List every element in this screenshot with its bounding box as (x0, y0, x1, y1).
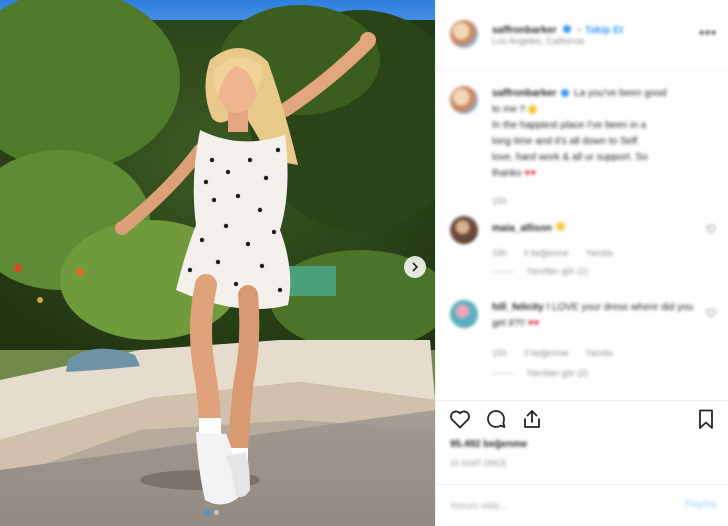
comment-text-block: hill_felicity I LOVE your dress where di… (492, 300, 702, 332)
post-comment-button[interactable]: Paylaş (685, 499, 717, 510)
caption-line: love, hard work & all ur support. So (492, 152, 648, 163)
chevron-right-icon (412, 262, 419, 272)
verified-badge-icon (562, 24, 571, 33)
reply-button[interactable]: Yanıtla (585, 348, 612, 358)
header-separator: • (577, 25, 581, 35)
hearts-emoji-icon: ♥♥ (524, 168, 537, 179)
carousel-dot (214, 510, 219, 515)
post-header: saffronbarker • Takip Et Los Angeles, Ca… (436, 0, 728, 70)
avatar[interactable] (450, 216, 478, 244)
photo-scene (0, 0, 435, 526)
verified-badge-icon (561, 89, 570, 98)
post-photo[interactable] (0, 0, 435, 526)
divider (492, 373, 514, 375)
comment-username[interactable]: maia_allison (492, 223, 552, 234)
post-sidebar: saffronbarker • Takip Et Los Angeles, Ca… (435, 0, 728, 526)
add-comment-bar: Paylaş (436, 484, 728, 526)
heart-icon[interactable] (448, 407, 472, 431)
hearts-emoji-icon: ♥♥ (527, 318, 540, 329)
avatar[interactable] (450, 300, 478, 328)
post-time-ago: 15 SAAT ÖNCE (450, 459, 507, 468)
header-location[interactable]: Los Angeles, California (492, 36, 584, 46)
reply-button[interactable]: Yanıtla (585, 248, 612, 258)
likes-count[interactable]: 95.492 beğenme (450, 439, 527, 450)
comment-username[interactable]: hill_felicity (492, 302, 544, 313)
share-icon[interactable] (520, 407, 544, 431)
header-username[interactable]: saffronbarker (492, 25, 556, 36)
comment-likes[interactable]: 4 beğenme (524, 248, 569, 258)
avatar[interactable] (450, 86, 478, 114)
caption-username[interactable]: saffronbarker (492, 88, 556, 99)
comment-icon[interactable] (484, 407, 508, 431)
divider (492, 271, 514, 273)
caption-line: thanks (492, 168, 525, 179)
view-replies-button[interactable]: Yanıtları gör (2) (526, 368, 588, 378)
instagram-post: saffronbarker • Takip Et Los Angeles, Ca… (0, 0, 728, 526)
caption-line: long time and it's all down to Self (492, 136, 638, 147)
view-replies-button[interactable]: Yanıtları gör (1) (526, 266, 588, 276)
caption-line: La you've been good (574, 88, 667, 99)
comment-like-icon[interactable] (706, 308, 716, 318)
more-options-icon[interactable]: ••• (699, 24, 717, 40)
emoji-icon (556, 222, 566, 232)
comment-input[interactable] (450, 498, 670, 514)
carousel-indicator (205, 510, 219, 515)
avatar[interactable] (450, 20, 478, 48)
carousel-dot (205, 510, 210, 515)
follow-button[interactable]: Takip Et (585, 25, 623, 36)
sun-emoji-icon (528, 104, 538, 114)
comment-like-icon[interactable] (706, 224, 716, 234)
comment-likes[interactable]: 3 beğenme (524, 348, 569, 358)
caption-line: In the happiest place I've been in a (492, 120, 647, 131)
carousel-next-button[interactable] (404, 256, 426, 278)
caption-timestamp: 15h (492, 196, 508, 206)
bookmark-icon[interactable] (694, 407, 718, 431)
caption-line: to me !! (492, 104, 529, 115)
comment-time: 15h (492, 348, 508, 358)
caption-text: saffronbarker La you've been good to me … (492, 86, 712, 182)
comment-time: 15h (492, 248, 508, 258)
